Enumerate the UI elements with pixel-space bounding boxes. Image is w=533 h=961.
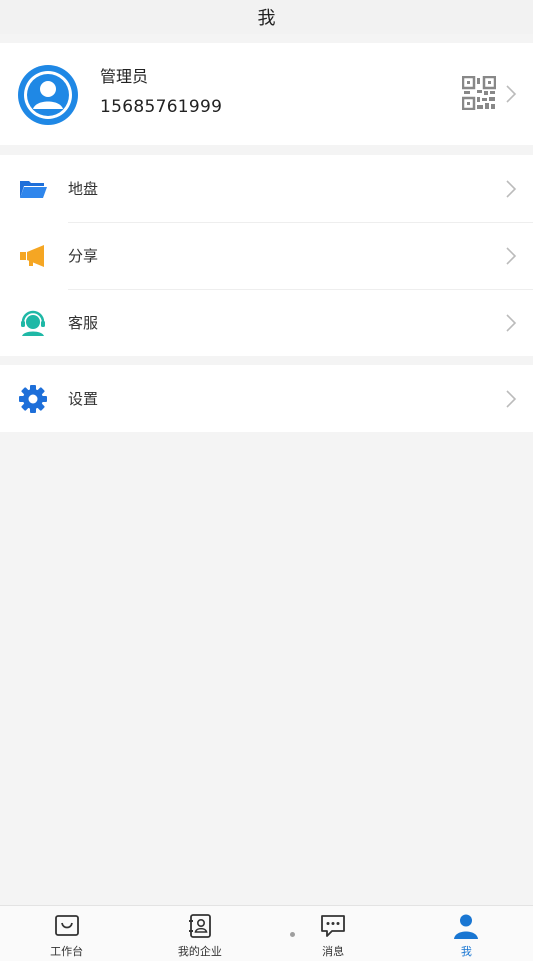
chevron-right-icon [506,390,517,408]
menu-item-label: 设置 [68,390,99,408]
indicator-dot [290,932,295,937]
title-bar: 我 [0,0,533,34]
profile-phone: 15685761999 [100,97,223,117]
menu-item-customer-service[interactable]: 客服 [0,289,533,356]
nav-tab-workbench[interactable]: 工作台 [0,906,133,961]
menu-item-label: 客服 [68,314,99,332]
page-title: 我 [257,8,276,29]
qr-code-icon[interactable] [462,76,496,110]
message-icon [321,915,346,937]
workbench-icon [54,915,79,936]
profile-card[interactable] [0,43,533,145]
folder-icon [18,174,48,204]
menu-group-main: 地盘 分享 客服 [0,155,533,356]
chevron-right-icon [506,85,517,103]
chevron-right-icon [506,180,517,198]
company-icon [188,914,211,938]
user-avatar-icon [18,65,78,125]
menu-item-disk[interactable]: 地盘 [0,155,533,222]
menu-item-settings[interactable]: 设置 [0,365,533,432]
customer-service-icon [18,308,48,338]
gear-icon [18,384,48,414]
menu-item-label: 分享 [68,247,99,265]
menu-item-share[interactable]: 分享 [0,222,533,289]
chevron-right-icon [506,247,517,265]
nav-tab-messages[interactable]: 消息 [267,906,400,961]
nav-label: 消息 [322,945,345,958]
chevron-right-icon [506,314,517,332]
person-icon [454,914,479,939]
nav-label: 我 [460,945,472,958]
me-page: 我 管理员 15685761999 地盘 分享 客服 设置 工作台 我的企业 消… [0,0,533,961]
megaphone-icon [18,241,48,271]
nav-label: 我的企业 [177,945,222,958]
menu-item-label: 地盘 [68,180,99,198]
menu-group-settings: 设置 [0,365,533,432]
profile-name: 管理员 [100,67,149,86]
nav-label: 工作台 [50,945,84,958]
nav-tab-me[interactable]: 我 [400,906,533,961]
bottom-nav: 工作台 我的企业 消息 我 [0,905,533,961]
nav-tab-company[interactable]: 我的企业 [133,906,266,961]
